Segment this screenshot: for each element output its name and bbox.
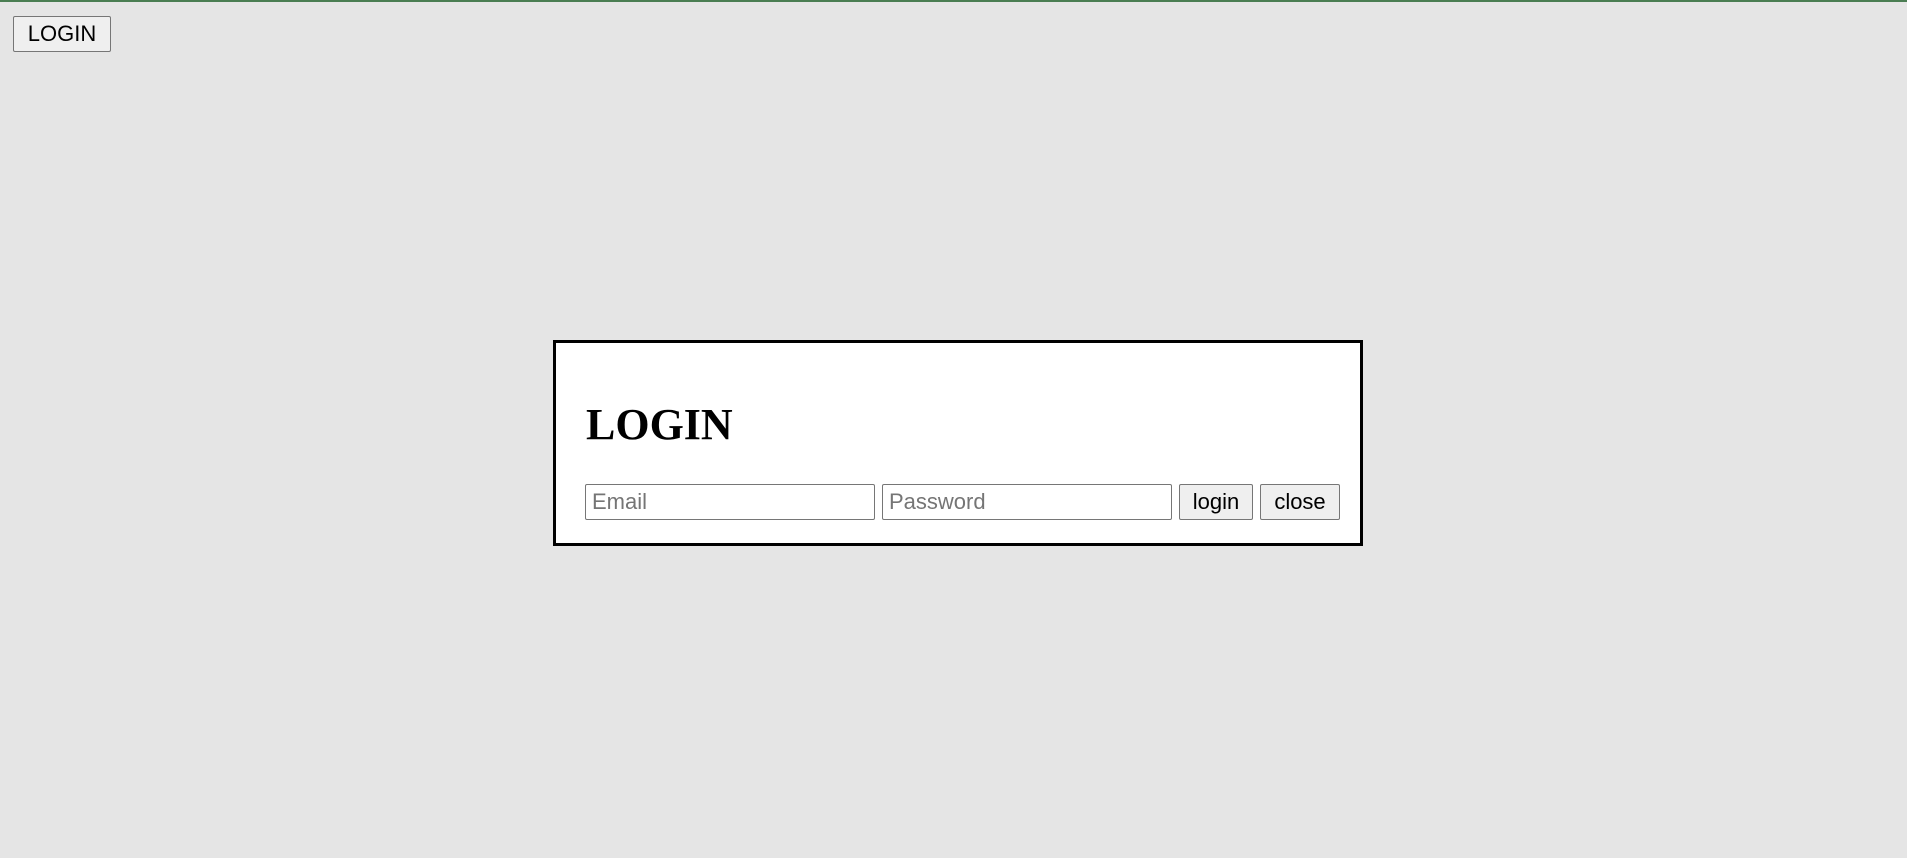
email-input[interactable] bbox=[585, 484, 875, 520]
page-top-border bbox=[0, 0, 1907, 2]
password-input[interactable] bbox=[882, 484, 1172, 520]
login-submit-button[interactable]: login bbox=[1179, 484, 1253, 520]
close-button[interactable]: close bbox=[1260, 484, 1340, 520]
login-modal: LOGIN login close bbox=[553, 340, 1363, 546]
open-login-button[interactable]: LOGIN bbox=[13, 16, 111, 52]
modal-title: LOGIN bbox=[586, 400, 733, 449]
login-form: login close bbox=[585, 484, 1340, 520]
